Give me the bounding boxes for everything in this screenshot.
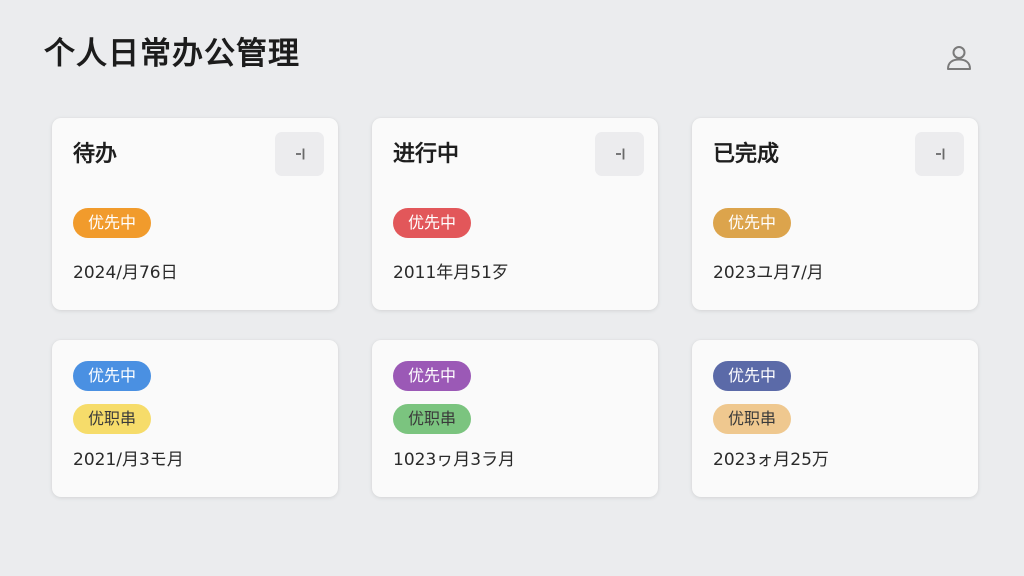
- priority-badge: 优先中: [393, 361, 472, 391]
- priority-badge: 优先中: [73, 361, 152, 391]
- add-task-button[interactable]: [595, 132, 644, 176]
- column-card-todo[interactable]: 待办 优先中 2024/月76日: [52, 118, 338, 310]
- add-task-button[interactable]: [275, 132, 324, 176]
- task-date: 2023ォ月25万: [713, 450, 829, 470]
- page-title: 个人日常办公管理: [44, 36, 300, 72]
- task-date: 2023ユ月7/月: [713, 263, 824, 283]
- category-badge: 优职串: [73, 404, 152, 434]
- task-date: 1023ヮ月3ラ月: [393, 450, 516, 470]
- priority-badge: 优先中: [393, 208, 472, 238]
- task-card[interactable]: 优先中 优职串 2021/月3モ月: [52, 340, 338, 497]
- category-badge: 优职串: [713, 404, 792, 434]
- add-icon: [935, 148, 944, 160]
- priority-badge: 优先中: [73, 208, 152, 238]
- add-icon: [295, 148, 304, 160]
- priority-badge: 优先中: [713, 208, 792, 238]
- column-title: 进行中: [393, 142, 460, 167]
- category-badge: 优职串: [393, 404, 472, 434]
- task-card[interactable]: 优先中 优职串 1023ヮ月3ラ月: [372, 340, 658, 497]
- user-icon: [947, 46, 971, 70]
- column-card-in-progress[interactable]: 进行中 优先中 2011年月51歹: [372, 118, 658, 310]
- column-card-done[interactable]: 已完成 优先中 2023ユ月7/月: [692, 118, 978, 310]
- app-window: 个人日常办公管理 待办 优先中 2024/月76日 进行中 优先中 2011年月…: [0, 0, 1024, 576]
- add-icon: [615, 148, 624, 160]
- task-card[interactable]: 优先中 优职串 2023ォ月25万: [692, 340, 978, 497]
- column-title: 已完成: [713, 142, 780, 167]
- task-date: 2021/月3モ月: [73, 450, 184, 470]
- task-date: 2011年月51歹: [393, 263, 509, 283]
- task-date: 2024/月76日: [73, 263, 178, 283]
- priority-badge: 优先中: [713, 361, 792, 391]
- user-profile-button[interactable]: [940, 38, 978, 76]
- column-title: 待办: [73, 142, 118, 167]
- add-task-button[interactable]: [915, 132, 964, 176]
